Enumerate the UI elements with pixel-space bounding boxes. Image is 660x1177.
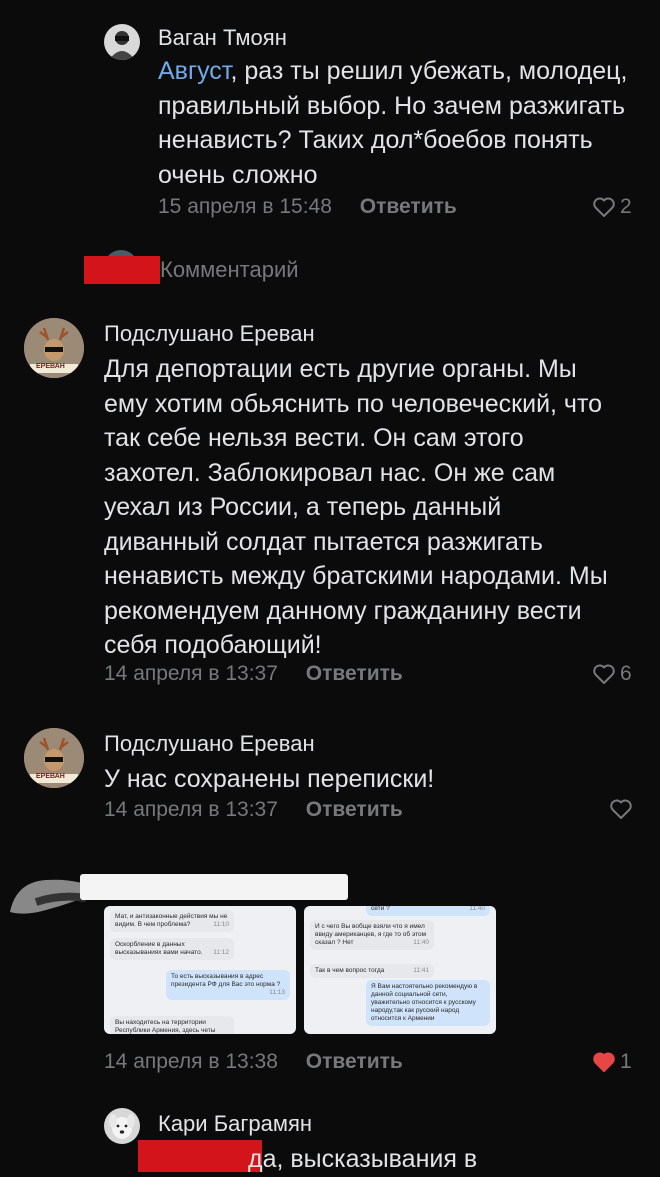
- like-count: 2: [620, 195, 632, 218]
- redacted-area: [138, 1140, 262, 1172]
- like-button[interactable]: 2: [592, 195, 632, 219]
- attached-screenshot[interactable]: сети ? 11:40 И с чего Вы вобще взяли что я…: [304, 906, 496, 1034]
- comment-author[interactable]: Кари Баграмян: [158, 1111, 312, 1137]
- comment-meta: 15 апреля в 15:48 Ответить: [158, 195, 457, 219]
- chat-message-text: То есть высказывания в адрес президента …: [171, 973, 281, 988]
- comment-date[interactable]: 14 апреля в 13:37: [104, 798, 278, 821]
- comment-placeholder[interactable]: Комментарий: [160, 257, 299, 283]
- chat-message-bubble: Я Вам настоятельно рекомендую в данной с…: [366, 980, 490, 1026]
- heart-outline-icon: [610, 799, 632, 819]
- heart-outline-icon: [593, 664, 615, 684]
- avatar[interactable]: [104, 24, 140, 60]
- reply-button[interactable]: Ответить: [306, 1050, 403, 1073]
- chat-message-text: Вы находитесь на территории Республики А…: [115, 1019, 216, 1034]
- mention-link[interactable]: Август: [158, 57, 230, 85]
- like-button[interactable]: 1: [592, 1050, 632, 1074]
- chat-message-text: сети ?: [371, 906, 390, 912]
- comment-date[interactable]: 14 апреля в 13:38: [104, 1050, 278, 1073]
- redacted-area: [84, 256, 160, 284]
- chat-message-time: 11:12: [213, 949, 229, 956]
- comment-author[interactable]: Подслушано Ереван: [104, 731, 315, 757]
- heart-filled-icon: [593, 1052, 615, 1072]
- chat-message-bubble: Так в чем вопрос тогда 11:41: [310, 964, 434, 978]
- comment-text: Август, раз ты решил убежать, молодец, п…: [158, 57, 628, 189]
- comment-date[interactable]: 15 апреля в 15:48: [158, 195, 332, 218]
- comment-date[interactable]: 14 апреля в 13:37: [104, 662, 278, 685]
- comment-text: У нас сохранены переписки!: [104, 765, 435, 793]
- dog-avatar-icon: [109, 1114, 135, 1139]
- chat-message-bubble: сети ? 11:40: [366, 906, 490, 916]
- comment-author[interactable]: Подслушано Ереван: [104, 321, 315, 347]
- reply-button[interactable]: Ответить: [306, 662, 403, 685]
- chat-message-time: 11:41: [413, 967, 429, 974]
- like-count: 1: [620, 1050, 632, 1073]
- reply-button[interactable]: Ответить: [306, 798, 403, 821]
- avatar[interactable]: [104, 1108, 140, 1144]
- white-redaction: [80, 874, 348, 900]
- reply-button[interactable]: Ответить: [360, 195, 457, 218]
- comment-meta: 14 апреля в 13:37 Ответить: [104, 798, 403, 822]
- chat-message-bubble: Мат, и антизаконные действия мы не видим…: [110, 910, 234, 932]
- comment-author[interactable]: Ваган Тмоян: [158, 25, 287, 51]
- avatar-label: ЕРЕВАН: [36, 363, 65, 370]
- chat-message-text: И с чего Вы вобще взяли что я имел ввиду…: [315, 923, 427, 946]
- like-button[interactable]: [609, 798, 633, 820]
- chat-message-time: 11:40: [413, 939, 429, 946]
- chat-message-text: Оскорбление в данных высказываниях вами …: [115, 941, 203, 956]
- heart-outline-icon: [593, 197, 615, 217]
- chat-message-bubble: Вы находитесь на территории Республики А…: [110, 1016, 234, 1034]
- user-avatar-icon: [109, 31, 135, 60]
- like-count: 6: [620, 662, 632, 685]
- chat-message-bubble: То есть высказывания в адрес президента …: [166, 970, 290, 1000]
- comment-meta: 14 апреля в 13:37 Ответить: [104, 662, 403, 686]
- chat-message-text: Я Вам настоятельно рекомендую в данной с…: [371, 983, 478, 1022]
- chat-message-text: Так в чем вопрос тогда: [315, 967, 385, 974]
- chat-message-time: 11:10: [213, 921, 229, 928]
- chat-message-time: 11:13: [269, 989, 285, 996]
- avatar-label: ЕРЕВАН: [36, 773, 65, 780]
- chat-message-bubble: Оскорбление в данных высказываниях вами …: [110, 938, 234, 960]
- chat-message-text: Мат, и антизаконные действия мы не видим…: [115, 913, 228, 928]
- chat-message-bubble: И с чего Вы вобще взяли что я имел ввиду…: [310, 920, 434, 950]
- comment-text: да, высказывания в: [248, 1145, 478, 1173]
- comment-text: Для депортации есть другие органы. Мы ем…: [104, 355, 608, 659]
- attached-screenshot[interactable]: Мат, и антизаконные действия мы не видим…: [104, 906, 296, 1034]
- comment-meta: 14 апреля в 13:38 Ответить: [104, 1050, 403, 1074]
- chat-message-time: 11:40: [469, 906, 485, 912]
- like-button[interactable]: 6: [592, 662, 632, 686]
